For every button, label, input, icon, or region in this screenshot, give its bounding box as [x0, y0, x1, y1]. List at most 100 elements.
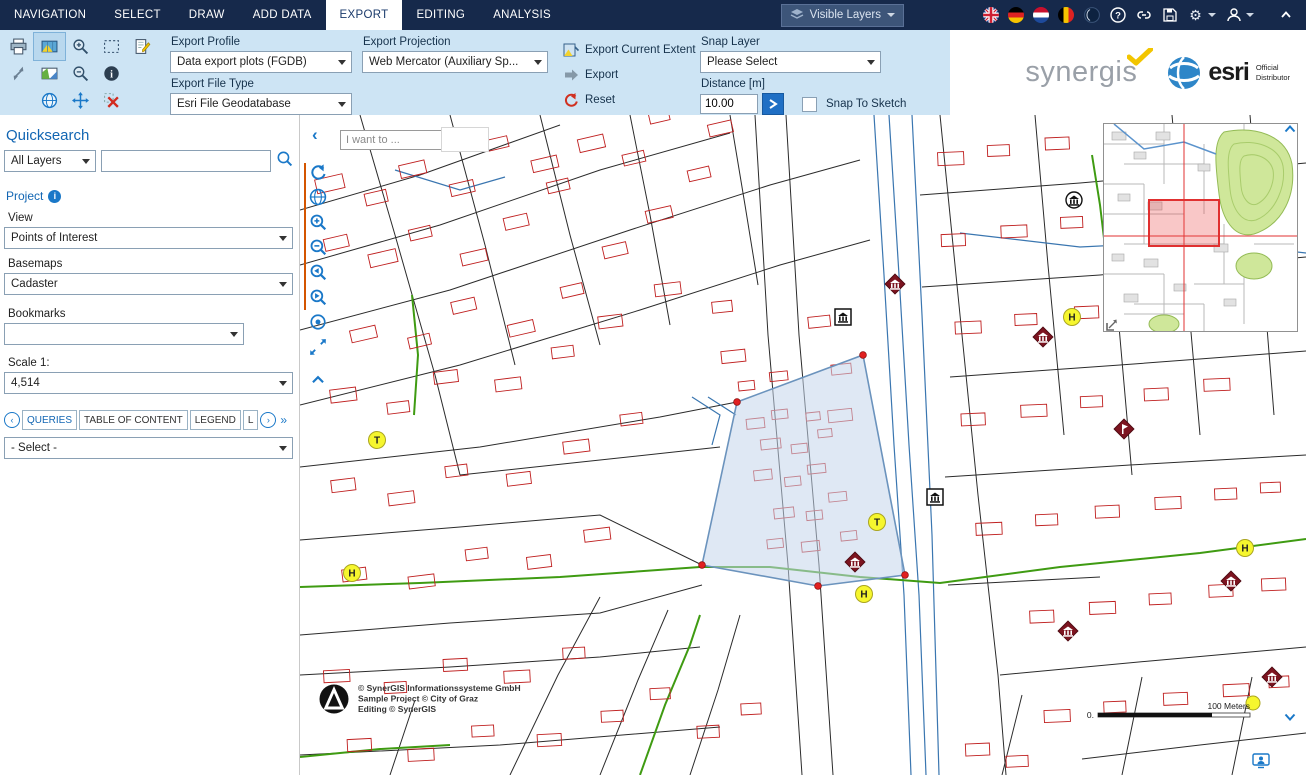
panel-chevron-down-icon[interactable] — [1282, 709, 1298, 730]
query-select-dropdown[interactable]: - Select - — [4, 437, 293, 459]
session-user-icon[interactable] — [1252, 753, 1270, 774]
menu-tab-analysis[interactable]: ANALYSIS — [479, 0, 565, 30]
tab-queries[interactable]: QUERIES — [22, 410, 77, 430]
basemaps-dropdown[interactable]: Cadaster — [4, 273, 293, 295]
search-layer-dropdown[interactable]: All Layers — [4, 150, 96, 172]
info-tool-icon[interactable]: i — [96, 60, 127, 87]
app-window: NAVIGATION SELECT DRAW ADD DATA EXPORT E… — [0, 0, 1306, 775]
project-info-icon[interactable]: i — [48, 190, 61, 203]
export-projection-value: Web Mercator (Auxiliary Sp... — [369, 56, 518, 68]
pan-arrows-icon[interactable] — [3, 60, 34, 87]
ribbon: i Export Profile Data export plots (FGDB… — [0, 30, 1306, 115]
user-account-icon[interactable] — [1225, 7, 1242, 24]
flag-belgium-icon[interactable] — [1058, 7, 1074, 23]
menu-tab-navigation[interactable]: NAVIGATION — [0, 0, 100, 30]
toolbar-collapse-up-icon[interactable] — [307, 369, 329, 391]
overview-resize-icon[interactable] — [1105, 319, 1118, 337]
svg-text:H: H — [1068, 313, 1075, 324]
basemap-tool-icon[interactable] — [34, 60, 65, 87]
menubar: NAVIGATION SELECT DRAW ADD DATA EXPORT E… — [0, 0, 1306, 30]
export-profile-section: Export Profile Data export plots (FGDB) … — [170, 30, 352, 115]
export-file-type-dropdown[interactable]: Esri File Geodatabase — [170, 93, 352, 115]
visible-layers-dropdown[interactable]: Visible Layers — [781, 4, 904, 27]
scale-label: Scale 1: — [8, 357, 299, 369]
export-current-extent-button[interactable]: Export Current Extent — [563, 39, 703, 61]
selected-export-polygon[interactable] — [699, 352, 909, 590]
tab-legend[interactable]: LEGEND — [190, 410, 241, 430]
panel-tabs: ‹ QUERIES TABLE OF CONTENT LEGEND L › » — [4, 410, 295, 430]
previous-extent-icon[interactable] — [307, 261, 329, 283]
quicksearch-input[interactable] — [101, 150, 271, 172]
night-mode-icon[interactable] — [1083, 7, 1100, 24]
link-icon[interactable] — [1135, 7, 1152, 24]
next-extent-icon[interactable] — [307, 286, 329, 308]
overview-map[interactable] — [1103, 123, 1298, 332]
save-icon[interactable] — [1161, 7, 1178, 24]
collapse-ribbon-icon[interactable] — [1277, 7, 1294, 24]
menu-tab-export[interactable]: EXPORT — [326, 0, 403, 30]
attribution-line2: Sample Project © City of Graz — [358, 694, 478, 704]
refresh-icon[interactable] — [307, 161, 329, 183]
export-button[interactable]: Export — [563, 64, 703, 86]
tab-truncated[interactable]: L — [243, 410, 259, 430]
esri-globe-icon — [1167, 56, 1201, 90]
tabs-scroll-right-icon[interactable]: › — [260, 412, 276, 428]
view-dropdown[interactable]: Points of Interest — [4, 227, 293, 249]
user-caret-icon — [1246, 13, 1254, 21]
zoom-in-tool-icon[interactable] — [65, 33, 96, 60]
esri-logo: esri Official Distributor — [1167, 56, 1290, 90]
globe-tool-icon[interactable] — [34, 87, 65, 114]
menu-tab-editing[interactable]: EDITING — [402, 0, 479, 30]
help-icon[interactable]: ? — [1109, 7, 1126, 24]
svg-text:H: H — [1241, 544, 1248, 555]
i-want-to-extra-box[interactable] — [441, 127, 489, 152]
panel-chevron-up-icon[interactable] — [1282, 121, 1298, 142]
settings-gear-icon[interactable]: ⚙ — [1187, 7, 1204, 24]
export-map-tool-icon[interactable] — [34, 33, 65, 60]
print-icon[interactable] — [3, 33, 34, 60]
export-profile-dropdown[interactable]: Data export plots (FGDB) — [170, 51, 352, 73]
zoom-in-icon[interactable] — [307, 211, 329, 233]
export-projection-dropdown[interactable]: Web Mercator (Auxiliary Sp... — [362, 51, 548, 73]
scale-dropdown[interactable]: 4,514 — [4, 372, 293, 394]
snap-to-sketch-checkbox[interactable] — [802, 97, 817, 112]
tab-table-of-content[interactable]: TABLE OF CONTENT — [79, 410, 188, 430]
apply-distance-button[interactable] — [762, 93, 784, 115]
menu-tab-add-data[interactable]: ADD DATA — [239, 0, 326, 30]
distance-input[interactable] — [700, 94, 758, 114]
delete-sketch-icon[interactable] — [96, 87, 127, 114]
svg-text:H: H — [860, 590, 867, 601]
globe-icon[interactable] — [307, 186, 329, 208]
zoom-out-tool-icon[interactable] — [65, 60, 96, 87]
menu-tab-select[interactable]: SELECT — [100, 0, 175, 30]
snap-layer-label: Snap Layer — [701, 36, 945, 48]
tabs-scroll-left-icon[interactable]: ‹ — [4, 412, 20, 428]
flag-germany-icon[interactable] — [1008, 7, 1024, 23]
expand-extent-icon[interactable] — [307, 336, 329, 358]
flag-uk-icon[interactable] — [983, 7, 999, 23]
export-icon — [563, 67, 579, 83]
search-icon[interactable] — [276, 150, 293, 172]
tabs-overflow-icon[interactable]: » — [280, 413, 287, 427]
bookmarks-dropdown[interactable] — [4, 323, 244, 345]
export-sketch-icon[interactable] — [127, 33, 158, 60]
menu-items: NAVIGATION SELECT DRAW ADD DATA EXPORT E… — [0, 0, 565, 30]
svg-text:H: H — [348, 569, 355, 580]
project-label: Project — [6, 189, 43, 203]
collapse-panel-icon[interactable]: ‹ — [312, 125, 318, 145]
full-extent-icon[interactable] — [307, 311, 329, 333]
select-rectangle-icon[interactable] — [96, 33, 127, 60]
reset-button[interactable]: Reset — [563, 89, 703, 111]
bookmarks-label: Bookmarks — [8, 308, 299, 320]
svg-text:T: T — [874, 518, 880, 529]
poi-diamond-markers[interactable] — [845, 274, 1282, 687]
move-tool-icon[interactable] — [65, 87, 96, 114]
snap-layer-dropdown[interactable]: Please Select — [700, 51, 881, 73]
flag-netherlands-icon[interactable] — [1033, 7, 1049, 23]
menu-tab-draw[interactable]: DRAW — [175, 0, 239, 30]
i-want-to-button[interactable]: I want to ... — [340, 130, 444, 150]
map-viewport[interactable]: T H T H H H © SynerGIS Informationssyste… — [300, 115, 1306, 775]
scale-distance-label: 100 Meters — [1207, 701, 1250, 711]
basemaps-value: Cadaster — [11, 278, 58, 290]
zoom-out-icon[interactable] — [307, 236, 329, 258]
